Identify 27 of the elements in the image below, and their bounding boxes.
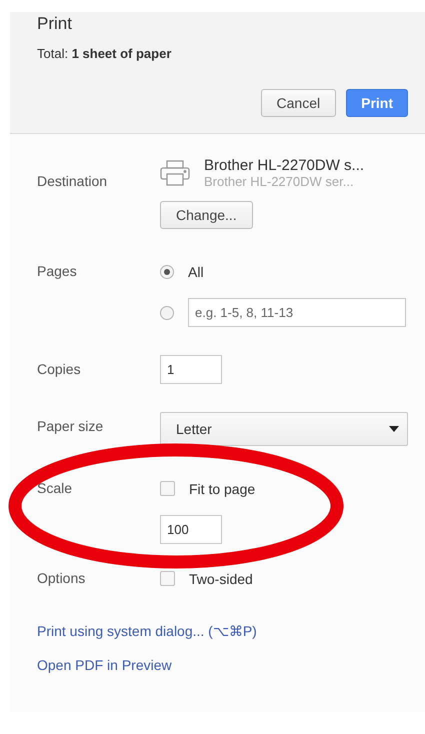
paper-size-select[interactable]: Letter [160, 412, 408, 446]
scale-field[interactable]: 100 [160, 515, 222, 544]
printer-name: Brother HL-2270DW s... [204, 157, 364, 174]
printer-icon [160, 160, 190, 186]
setting-label: Pages [37, 262, 77, 281]
setting-label: Paper size [37, 417, 104, 436]
change-button[interactable]: Change... [160, 201, 253, 229]
radio-label: All [188, 264, 204, 280]
checkbox[interactable] [160, 571, 175, 586]
copies-field[interactable]: 1 [160, 355, 222, 384]
printer-detail: Brother HL-2270DW ser... [204, 174, 355, 189]
setting-label: Options [37, 569, 86, 588]
caret-icon [389, 426, 399, 432]
link[interactable]: Open PDF in Preview [37, 657, 172, 673]
total-text: Total: 1 sheet of paper [37, 46, 172, 61]
checkbox[interactable] [160, 481, 175, 496]
setting-label: Copies [37, 360, 81, 379]
link[interactable]: Print using system dialog... (⌥⌘P) [37, 623, 257, 639]
cancel-button[interactable]: Cancel [260, 89, 336, 117]
pages-field[interactable]: e.g. 1-5, 8, 11-13 [188, 298, 406, 327]
setting-label: Scale [37, 479, 72, 498]
radio-button[interactable] [160, 264, 174, 278]
setting-label: Destination [37, 172, 108, 191]
checkbox-label: Two-sided [189, 570, 253, 586]
radio-button[interactable] [160, 306, 174, 320]
dialog-title: Print [37, 14, 72, 34]
checkbox-label: Fit to page [189, 480, 256, 496]
